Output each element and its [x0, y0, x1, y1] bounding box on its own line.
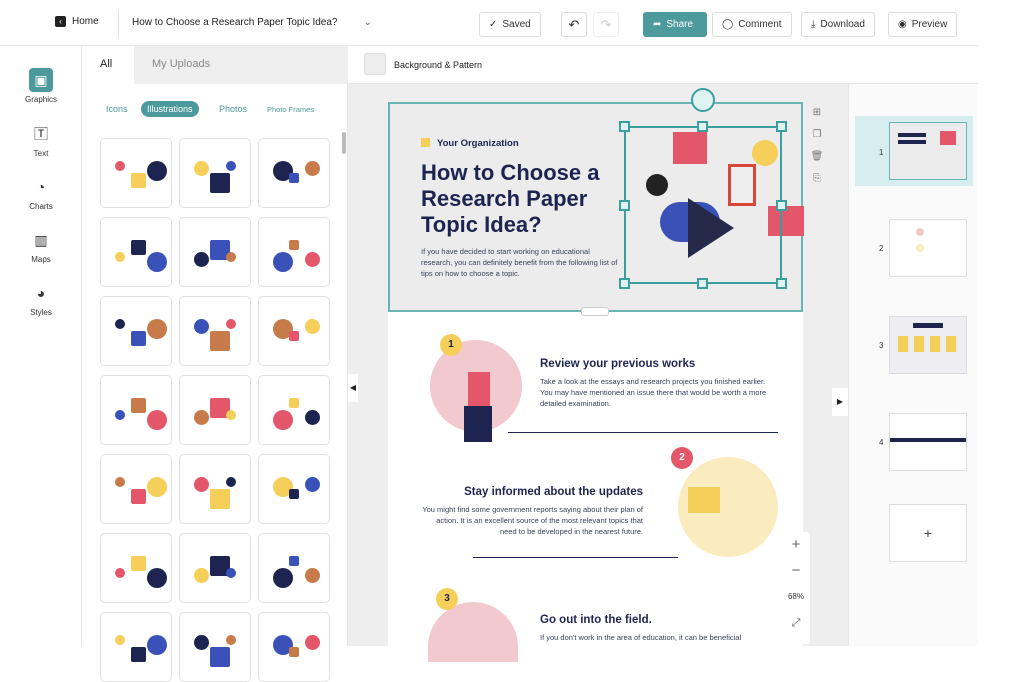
download-icon: ⤓ — [811, 19, 816, 30]
illustration-item[interactable] — [100, 612, 172, 682]
rail-graphics[interactable]: ▣ Graphics — [0, 68, 82, 104]
zoom-out-button[interactable]: − — [782, 558, 810, 584]
illustration-item[interactable] — [179, 217, 251, 287]
top-bar: ‹ Home How to Choose a Research Paper To… — [0, 0, 978, 46]
preview-button[interactable]: ◉ Preview — [888, 12, 958, 37]
rail-styles[interactable]: ◕ Styles — [0, 281, 82, 317]
expand-thumbnails-button[interactable]: ▶ — [832, 388, 848, 416]
step-1-text: Take a look at the essays and research p… — [540, 377, 767, 408]
pie-chart-icon: ◔ — [36, 179, 46, 195]
illustration-item[interactable] — [179, 533, 251, 603]
thumbnail-page-3[interactable] — [889, 316, 967, 374]
graphics-panel: All My Uploads Icons Illustrations Photo… — [82, 46, 348, 682]
tab-my-uploads[interactable]: My Uploads — [134, 46, 348, 84]
illustration-item[interactable] — [258, 533, 330, 603]
text-icon: 🅃 — [34, 126, 48, 142]
illustration-item[interactable] — [100, 375, 172, 445]
graphics-icon: ▣ — [29, 68, 53, 92]
chevron-down-icon: ⌄ — [363, 17, 372, 28]
canvas-toolbar: Background & Pattern — [348, 46, 978, 84]
rail-text[interactable]: 🅃 Text — [0, 122, 82, 158]
add-page-button[interactable]: + — [889, 504, 967, 562]
intro-text: If you have decided to start working on … — [421, 247, 618, 278]
illustration-item[interactable] — [179, 375, 251, 445]
eye-icon: ◉ — [898, 19, 907, 30]
redo-icon: ↷ — [600, 16, 612, 32]
redo-button[interactable]: ↷ — [593, 12, 619, 37]
scrollbar[interactable] — [342, 132, 346, 154]
collapse-panel-button[interactable]: ◀ — [348, 374, 358, 402]
rail-maps[interactable]: ▥ Maps — [0, 228, 82, 265]
step-2-title: Stay informed about the updates — [464, 486, 643, 498]
illustration-item[interactable] — [100, 454, 172, 524]
illustration-item[interactable] — [258, 375, 330, 445]
trash-icon[interactable]: 🗑 — [810, 146, 824, 168]
illustration-item[interactable] — [100, 138, 172, 208]
illustration-item[interactable] — [100, 533, 172, 603]
filter-photos[interactable]: Photos — [219, 104, 247, 114]
document-title-dropdown[interactable]: How to Choose a Research Paper Topic Ide… — [132, 17, 372, 28]
canvas: ◀ Your Organization How to Choose a Rese… — [348, 84, 848, 662]
filter-illustrations[interactable]: Illustrations — [141, 101, 199, 117]
illustration-item[interactable] — [179, 296, 251, 366]
illustration-item[interactable] — [258, 296, 330, 366]
selection-box[interactable] — [624, 126, 782, 284]
step-3-text: If you don't work in the area of educati… — [540, 633, 742, 642]
zoom-controls: + − 68% ⤢ — [782, 532, 810, 644]
illustration-item[interactable] — [258, 138, 330, 208]
resize-section-handle[interactable] — [581, 307, 609, 316]
download-button[interactable]: ⤓ Download — [801, 12, 875, 37]
thumbnail-page-1[interactable] — [889, 122, 967, 180]
step-3-title: Go out into the field. — [540, 614, 652, 626]
zoom-level: 68% — [787, 592, 804, 601]
tab-all[interactable]: All — [82, 46, 134, 84]
left-rail: ▣ Graphics 🅃 Text ◔ Charts ▥ Maps ◕ Styles — [0, 46, 82, 646]
step-1-title: Review your previous works — [540, 358, 696, 370]
zoom-in-button[interactable]: + — [782, 532, 810, 558]
background-swatch[interactable] — [364, 53, 386, 75]
illustration-item[interactable] — [100, 217, 172, 287]
illustration-item[interactable] — [179, 612, 251, 682]
duplicate-icon[interactable]: ❐ — [810, 124, 824, 146]
illustration-item[interactable] — [258, 217, 330, 287]
rotate-handle[interactable] — [691, 88, 715, 112]
thumbnail-page-4[interactable] — [889, 413, 967, 471]
page-title: How to Choose a Research Paper Topic Ide… — [421, 160, 600, 237]
check-icon: ✓ — [489, 19, 498, 30]
filter-icons[interactable]: Icons — [106, 104, 128, 114]
undo-icon: ↶ — [568, 16, 580, 32]
rail-charts[interactable]: ◔ Charts — [0, 175, 82, 211]
illustration-item[interactable] — [100, 296, 172, 366]
illustration-item[interactable] — [258, 612, 330, 682]
map-icon: ▥ — [34, 231, 48, 248]
add-page-icon[interactable]: ⊞ — [810, 102, 824, 124]
comment-button[interactable]: ◯ Comment — [712, 12, 792, 37]
saved-button[interactable]: ✓ Saved — [479, 12, 541, 37]
comment-icon: ◯ — [722, 19, 734, 30]
page-thumbnails: 1 2 3 4 + — [848, 84, 978, 646]
undo-button[interactable]: ↶ — [561, 12, 587, 37]
infographic-page: Your Organization How to Choose a Resear… — [388, 88, 804, 662]
share-button[interactable]: ➦ Share — [643, 12, 707, 37]
filter-photo-frames[interactable]: Photo Frames — [267, 105, 314, 114]
copy-icon[interactable]: ⎘ — [810, 168, 824, 190]
share-icon: ➦ — [653, 19, 662, 30]
org-name: Your Organization — [437, 138, 519, 149]
step-2-text: You might find some government reports s… — [422, 505, 643, 536]
home-button[interactable]: ‹ Home — [55, 16, 99, 27]
background-pattern-button[interactable]: Background & Pattern — [394, 60, 482, 70]
illustration-item[interactable] — [179, 138, 251, 208]
illustration-item[interactable] — [258, 454, 330, 524]
thumbnail-page-2[interactable] — [889, 219, 967, 277]
fit-screen-icon[interactable]: ⤢ — [782, 610, 810, 636]
palette-icon: ◕ — [36, 285, 46, 301]
illustration-item[interactable] — [179, 454, 251, 524]
back-icon: ‹ — [55, 16, 66, 27]
